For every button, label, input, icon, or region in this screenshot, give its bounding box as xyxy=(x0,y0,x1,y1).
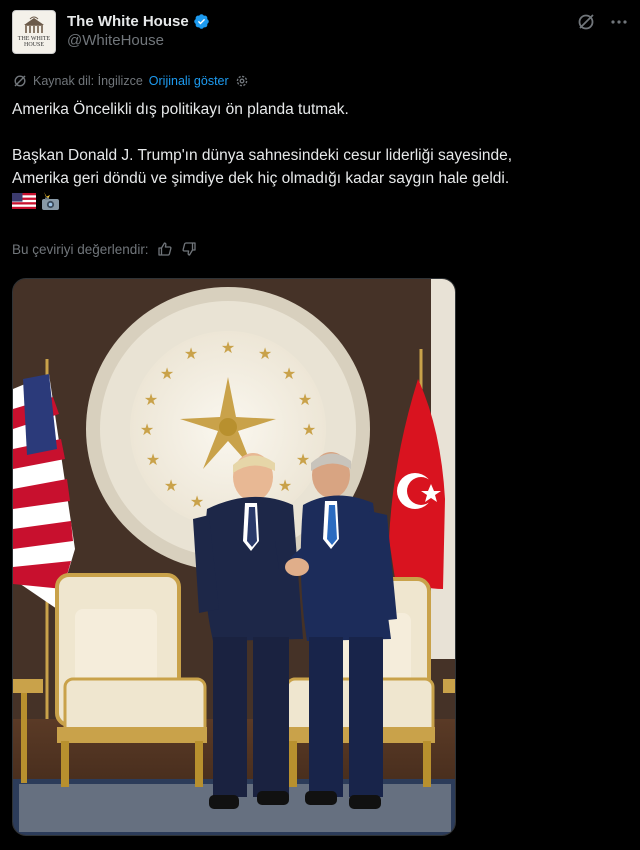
svg-text:★: ★ xyxy=(190,492,204,511)
svg-text:★: ★ xyxy=(282,364,296,383)
tweet-line: Başkan Donald J. Trump'ın dünya sahnesin… xyxy=(12,147,513,164)
source-language: Kaynak dil: İngilizce xyxy=(33,74,143,88)
thumbs-down-icon xyxy=(182,242,196,256)
tweet-line: Amerika Öncelikli dış politikayı ön plan… xyxy=(12,101,349,118)
rate-translation: Bu çeviriyi değerlendir: xyxy=(12,241,197,257)
svg-text:★: ★ xyxy=(146,450,160,469)
translate-icon xyxy=(14,75,26,87)
white-house-logo-icon xyxy=(24,16,44,33)
show-original-link[interactable]: Orijinali göster xyxy=(149,74,229,88)
svg-text:★: ★ xyxy=(184,344,198,363)
svg-text:★: ★ xyxy=(160,364,174,383)
display-name[interactable]: The White House xyxy=(67,13,189,30)
thumbs-up-icon xyxy=(157,242,172,256)
handle[interactable]: @WhiteHouse xyxy=(67,32,210,49)
tweet-header: THE WHITE HOUSE The White House @WhiteHo… xyxy=(12,10,628,60)
us-flag-emoji xyxy=(12,193,36,209)
svg-text:★: ★ xyxy=(164,476,178,495)
svg-text:★: ★ xyxy=(221,338,235,357)
svg-text:★: ★ xyxy=(278,476,292,495)
rate-translation-label: Bu çeviriyi değerlendir: xyxy=(12,241,149,257)
more-icon[interactable] xyxy=(610,13,628,31)
svg-text:★: ★ xyxy=(298,390,312,409)
thumbs-down-button[interactable] xyxy=(181,241,197,257)
avatar-text: THE WHITE HOUSE xyxy=(17,36,51,48)
verified-badge-icon[interactable] xyxy=(193,13,210,30)
tweet-line: Amerika geri döndü ve şimdiye dek hiç ol… xyxy=(12,170,510,187)
grok-icon[interactable] xyxy=(576,12,596,32)
svg-text:★: ★ xyxy=(302,420,316,439)
svg-text:★: ★ xyxy=(140,420,154,439)
camera-flash-emoji xyxy=(42,192,59,210)
svg-text:★: ★ xyxy=(296,450,310,469)
photo-illustration: ★ ★★ ★★★ ★★★ ★★★ ★★ xyxy=(13,279,455,835)
tweet-photo[interactable]: ★ ★ ★ ★ ★ ★ ★ ★ ★ ★ ★ ★ ★ ★ xyxy=(12,278,456,836)
translation-info: Kaynak dil: İngilizce Orijinali göster xyxy=(13,74,249,88)
svg-text:★: ★ xyxy=(258,344,272,363)
tweet-text: Amerika Öncelikli dış politikayı ön plan… xyxy=(12,98,632,211)
svg-text:★: ★ xyxy=(144,390,158,409)
settings-icon[interactable] xyxy=(235,74,249,88)
thumbs-up-button[interactable] xyxy=(157,241,173,257)
avatar[interactable]: THE WHITE HOUSE xyxy=(12,10,56,54)
